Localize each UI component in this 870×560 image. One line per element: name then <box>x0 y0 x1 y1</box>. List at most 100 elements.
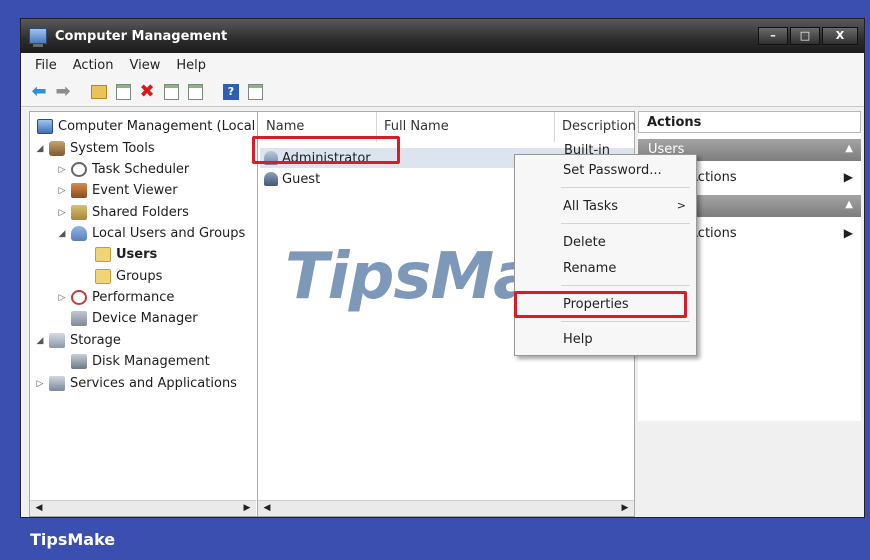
action-pane-icon <box>247 83 263 100</box>
tree-item-services-and-applications[interactable]: ▷ Services and Applications <box>34 373 237 394</box>
toolbar-separator <box>209 82 217 102</box>
export-list-button[interactable] <box>185 82 205 102</box>
menu-view[interactable]: View <box>121 58 168 73</box>
context-item-help[interactable]: Help <box>563 332 593 347</box>
delete-x-icon: ✖ <box>139 81 155 102</box>
context-item-set-password[interactable]: Set Password... <box>563 163 662 178</box>
title-bar[interactable]: Computer Management – □ X <box>21 19 864 53</box>
help-button[interactable]: ? <box>221 82 241 102</box>
tree-item-local-users-and-groups[interactable]: ◢ Local Users and Groups <box>56 223 245 244</box>
tree-label: Event Viewer <box>92 183 178 198</box>
window-title: Computer Management <box>55 28 228 44</box>
column-header-name[interactable]: Name <box>266 119 304 134</box>
column-header-full-name[interactable]: Full Name <box>384 119 449 134</box>
column-divider[interactable] <box>554 112 555 142</box>
tree-item-performance[interactable]: ▷ Performance <box>56 287 174 308</box>
tree-item-system-tools[interactable]: ◢ System Tools <box>34 138 155 159</box>
scroll-right-icon[interactable]: ▶ <box>240 502 254 515</box>
expand-caret-icon[interactable]: ▷ <box>56 293 68 303</box>
collapse-caret-icon[interactable]: ◢ <box>34 144 46 154</box>
shared-folders-icon <box>71 205 87 220</box>
footer-brand: TipsMake <box>30 530 116 549</box>
expand-caret-icon[interactable]: ▷ <box>34 379 46 389</box>
context-separator <box>561 187 690 188</box>
collapse-up-icon[interactable]: ▲ <box>845 199 853 210</box>
list-horizontal-scrollbar[interactable]: ◀ ▶ <box>258 500 634 516</box>
collapse-caret-icon[interactable]: ◢ <box>34 336 46 346</box>
tree-label: Storage <box>70 333 121 348</box>
context-item-rename[interactable]: Rename <box>563 261 616 276</box>
actions-header: Actions <box>638 111 861 133</box>
event-viewer-icon <box>71 183 87 198</box>
tree-label: Groups <box>116 269 163 284</box>
tree-item-event-viewer[interactable]: ▷ Event Viewer <box>56 180 178 201</box>
export-icon <box>187 83 203 100</box>
properties-toolbar-button[interactable] <box>161 82 181 102</box>
tree-label: System Tools <box>70 141 155 156</box>
forward-arrow-icon: ➡ <box>55 81 71 102</box>
folder-up-icon <box>91 84 107 99</box>
forward-button[interactable]: ➡ <box>53 81 73 102</box>
user-disabled-icon <box>264 172 278 186</box>
users-groups-icon <box>71 226 87 241</box>
context-separator <box>561 285 690 286</box>
folder-icon <box>95 269 111 284</box>
folder-icon <box>95 247 111 262</box>
collapse-caret-icon[interactable]: ◢ <box>56 229 68 239</box>
tree-label: Device Manager <box>92 311 198 326</box>
list-item-guest[interactable]: Guest <box>264 169 320 189</box>
tree-item-groups[interactable]: Groups <box>92 266 162 287</box>
delete-button[interactable]: ✖ <box>137 81 157 102</box>
collapse-up-icon[interactable]: ▲ <box>845 143 853 154</box>
footer-bar: TipsMake <box>0 520 870 560</box>
disk-icon <box>71 354 87 369</box>
show-action-pane-button[interactable] <box>245 82 265 102</box>
tree-item-storage[interactable]: ◢ Storage <box>34 330 121 351</box>
toolbar-separator <box>77 82 85 102</box>
tree-item-device-manager[interactable]: Device Manager <box>68 308 198 329</box>
services-icon <box>49 376 65 391</box>
clock-icon <box>71 162 87 177</box>
context-item-all-tasks[interactable]: All Tasks <box>563 199 618 214</box>
tree-label: Computer Management (Local <box>58 119 256 134</box>
console-tree-icon <box>115 83 131 100</box>
toolbar: ⬅ ➡ ✖ ? <box>21 77 864 107</box>
tree-label: Disk Management <box>92 354 210 369</box>
close-button[interactable]: X <box>822 27 858 45</box>
properties-highlight-box <box>514 291 687 318</box>
expand-caret-icon[interactable]: ▷ <box>56 186 68 196</box>
tree-item-users[interactable]: Users <box>92 244 157 265</box>
minimize-button[interactable]: – <box>758 27 788 45</box>
context-item-delete[interactable]: Delete <box>563 235 606 250</box>
tree-item-shared-folders[interactable]: ▷ Shared Folders <box>56 202 189 223</box>
menu-file[interactable]: File <box>27 58 65 73</box>
tree-item-task-scheduler[interactable]: ▷ Task Scheduler <box>56 159 189 180</box>
properties-icon <box>163 83 179 100</box>
back-button[interactable]: ⬅ <box>29 81 49 102</box>
tools-icon <box>49 141 65 156</box>
menu-help[interactable]: Help <box>168 58 214 73</box>
computer-management-icon <box>29 28 47 47</box>
tree-item-computer-management[interactable]: Computer Management (Local <box>34 116 255 137</box>
tree-label: Shared Folders <box>92 205 189 220</box>
tree-label: Services and Applications <box>70 376 237 391</box>
context-separator <box>561 321 690 322</box>
administrator-highlight-box <box>252 136 400 164</box>
maximize-button[interactable]: □ <box>790 27 820 45</box>
console-tree: Computer Management (Local ◢ System Tool… <box>29 111 273 517</box>
menu-action[interactable]: Action <box>65 58 122 73</box>
column-header-description[interactable]: Description <box>562 119 636 134</box>
context-menu: Set Password... All Tasks > Delete Renam… <box>514 154 697 356</box>
scroll-left-icon[interactable]: ◀ <box>260 502 274 515</box>
expand-caret-icon[interactable]: ▷ <box>56 208 68 218</box>
up-one-level-button[interactable] <box>89 82 109 102</box>
tree-item-disk-management[interactable]: Disk Management <box>68 351 210 372</box>
scroll-left-icon[interactable]: ◀ <box>32 502 46 515</box>
tree-label: Performance <box>92 290 175 305</box>
computer-icon <box>37 119 53 134</box>
help-icon: ? <box>223 83 239 100</box>
tree-horizontal-scrollbar[interactable]: ◀ ▶ <box>30 500 256 516</box>
expand-caret-icon[interactable]: ▷ <box>56 165 68 175</box>
scroll-right-icon[interactable]: ▶ <box>618 502 632 515</box>
show-hide-tree-button[interactable] <box>113 82 133 102</box>
